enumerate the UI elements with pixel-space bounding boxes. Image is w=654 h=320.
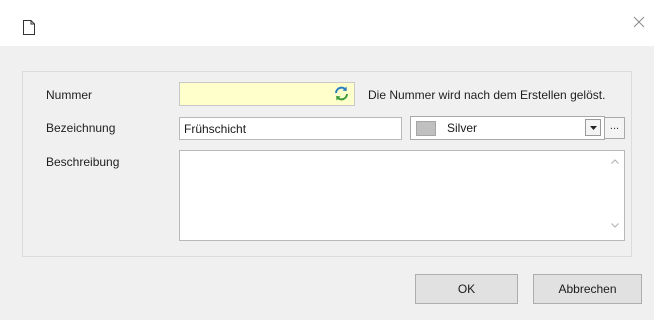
bezeichnung-input[interactable]: Frühschicht <box>179 117 402 140</box>
cancel-button[interactable]: Abbrechen <box>533 274 642 304</box>
refresh-icon[interactable] <box>333 85 350 102</box>
dialog-window: Nummer Die Nummer wird nach dem Erstelle… <box>0 0 654 320</box>
title-bar <box>0 0 654 46</box>
color-dropdown[interactable]: Silver <box>410 116 605 140</box>
scroll-down-icon[interactable] <box>611 223 619 228</box>
scroll-up-icon[interactable] <box>611 159 619 164</box>
color-name: Silver <box>447 121 478 135</box>
ok-button[interactable]: OK <box>415 274 518 304</box>
dropdown-button[interactable] <box>585 119 601 136</box>
nummer-hint: Die Nummer wird nach dem Erstellen gelös… <box>368 88 606 102</box>
close-icon[interactable] <box>632 15 646 29</box>
color-swatch <box>416 121 436 136</box>
bezeichnung-label: Bezeichnung <box>46 121 116 135</box>
beschreibung-textarea[interactable] <box>179 150 625 241</box>
chevron-down-icon <box>590 126 597 130</box>
document-icon <box>23 20 35 35</box>
color-picker-button[interactable]: ... <box>604 117 625 139</box>
vertical-scrollbar[interactable] <box>607 151 624 240</box>
beschreibung-label: Beschreibung <box>46 155 120 169</box>
nummer-label: Nummer <box>46 88 93 102</box>
nummer-input[interactable] <box>179 82 355 106</box>
